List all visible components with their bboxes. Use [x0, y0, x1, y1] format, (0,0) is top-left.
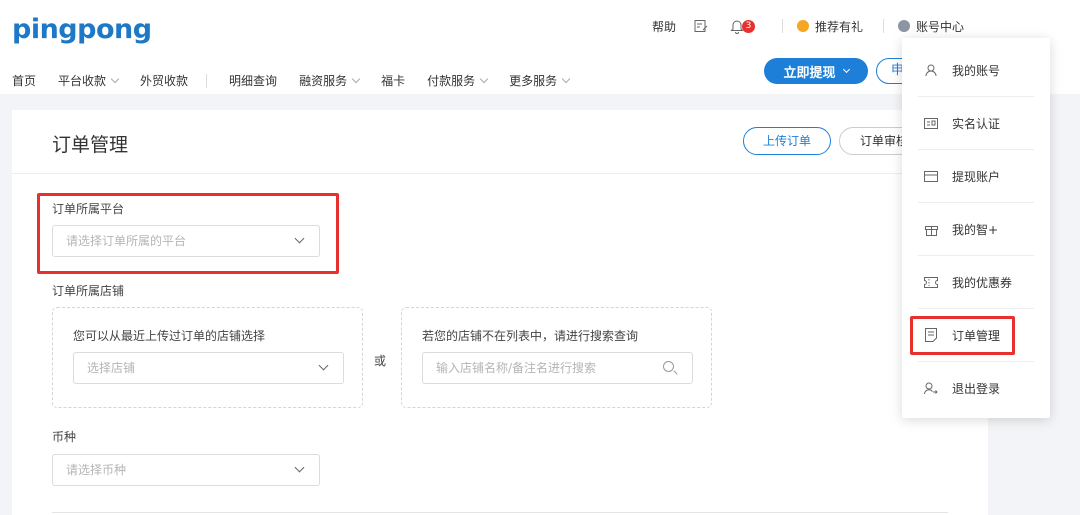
search-icon[interactable] [663, 361, 674, 372]
top-right-tools: 帮助 3 推荐有礼 账号中心 [652, 16, 964, 36]
logo[interactable]: pingpong [12, 14, 152, 45]
store-search-hint: 若您的店铺不在列表中，请进行搜索查询 [422, 329, 639, 343]
account-dropdown-menu: 我的账号 实名认证 提现账户 我的智+ 我的优惠券 订单管理 退出登录 [902, 38, 1050, 418]
chevron-down-icon [351, 74, 361, 83]
store-search-box: 若您的店铺不在列表中，请进行搜索查询 输入店铺名称/备注名进行搜索 [401, 307, 712, 408]
main-nav: 首页 平台收款 外贸收款 明细查询 融资服务 福卡 付款服务 更多服务 [12, 72, 591, 89]
withdraw-label: 立即提现 [783, 65, 836, 81]
nav-label: 平台收款 [58, 74, 107, 88]
currency-label: 币种 [52, 430, 77, 444]
nav-label: 外贸收款 [140, 74, 189, 88]
chevron-down-icon [294, 462, 305, 473]
order-management-card: 订单管理 上传订单 订单审核 订单所属平台 请选择订单所属的平台 订单所属店铺 … [12, 110, 988, 515]
nav-label: 付款服务 [427, 74, 476, 88]
notification-badge: 3 [742, 20, 756, 33]
nav-item-financing[interactable]: 融资服务 [299, 72, 361, 89]
menu-item-label: 我的智+ [952, 222, 999, 237]
recent-store-box: 您可以从最近上传过订单的店铺选择 选择店铺 [52, 307, 363, 408]
store-select-placeholder: 选择店铺 [87, 361, 136, 375]
store-select[interactable]: 选择店铺 [73, 352, 344, 384]
menu-item-label: 我的优惠券 [952, 275, 1013, 290]
nav-label: 福卡 [381, 74, 406, 88]
store-label: 订单所属店铺 [52, 284, 125, 298]
gift-icon [924, 222, 938, 236]
account-center-link[interactable]: 账号中心 [916, 18, 964, 35]
store-search-placeholder: 输入店铺名称/备注名进行搜索 [436, 361, 597, 375]
edit-doc-icon[interactable] [694, 19, 708, 33]
divider [782, 19, 784, 33]
menu-item-my-zhi-plus[interactable]: 我的智+ [918, 203, 1034, 256]
store-search-input[interactable]: 输入店铺名称/备注名进行搜索 [422, 352, 693, 384]
user-icon [924, 63, 938, 77]
menu-item-label: 提现账户 [952, 169, 1001, 184]
help-link[interactable]: 帮助 [652, 18, 676, 35]
nav-item-home[interactable]: 首页 [12, 72, 36, 89]
withdraw-button[interactable]: 立即提现 [764, 58, 868, 84]
notification-bell[interactable]: 3 [730, 18, 756, 34]
menu-item-withdraw-account[interactable]: 提现账户 [918, 150, 1034, 203]
nav-label: 融资服务 [299, 74, 348, 88]
nav-item-details[interactable]: 明细查询 [229, 72, 277, 89]
menu-item-label: 退出登录 [952, 382, 1001, 396]
menu-item-verification[interactable]: 实名认证 [918, 97, 1034, 150]
currency-placeholder: 请选择币种 [66, 463, 127, 477]
id-card-icon [924, 116, 938, 130]
upload-order-button[interactable]: 上传订单 [743, 127, 831, 155]
or-text: 或 [374, 354, 387, 368]
nav-label: 明细查询 [229, 74, 278, 88]
card-header: 订单管理 上传订单 订单审核 [12, 110, 988, 174]
nav-item-fuka[interactable]: 福卡 [381, 72, 405, 89]
menu-item-label: 实名认证 [952, 116, 1001, 131]
account-icon [898, 20, 911, 32]
divider [883, 19, 885, 33]
chevron-down-icon [110, 74, 120, 83]
coupon-icon [924, 275, 938, 289]
menu-item-logout[interactable]: 退出登录 [918, 362, 1034, 415]
chevron-down-icon [561, 74, 571, 83]
divider [52, 512, 948, 513]
platform-field-highlight [37, 193, 339, 274]
menu-item-my-account[interactable]: 我的账号 [918, 44, 1034, 97]
recent-store-hint: 您可以从最近上传过订单的店铺选择 [73, 329, 266, 343]
menu-item-coupons[interactable]: 我的优惠券 [918, 256, 1034, 309]
nav-item-more[interactable]: 更多服务 [509, 72, 571, 89]
recommend-link[interactable]: 推荐有礼 [815, 18, 863, 35]
nav-item-trade-collection[interactable]: 外贸收款 [140, 72, 188, 89]
nav-label: 更多服务 [509, 74, 558, 88]
page-title: 订单管理 [52, 134, 129, 156]
bank-card-icon [924, 169, 938, 183]
logout-icon [924, 382, 938, 396]
divider [206, 73, 208, 88]
chevron-down-icon [318, 360, 329, 371]
chevron-down-icon [479, 74, 489, 83]
chevron-down-icon [842, 65, 850, 74]
menu-item-label: 我的账号 [952, 63, 1001, 78]
currency-select[interactable]: 请选择币种 [52, 454, 320, 486]
nav-item-payment[interactable]: 付款服务 [427, 72, 489, 89]
nav-label: 首页 [12, 74, 37, 88]
order-menu-highlight [910, 316, 1015, 355]
thumbs-up-icon [797, 20, 810, 32]
nav-item-platform-collection[interactable]: 平台收款 [58, 72, 120, 89]
